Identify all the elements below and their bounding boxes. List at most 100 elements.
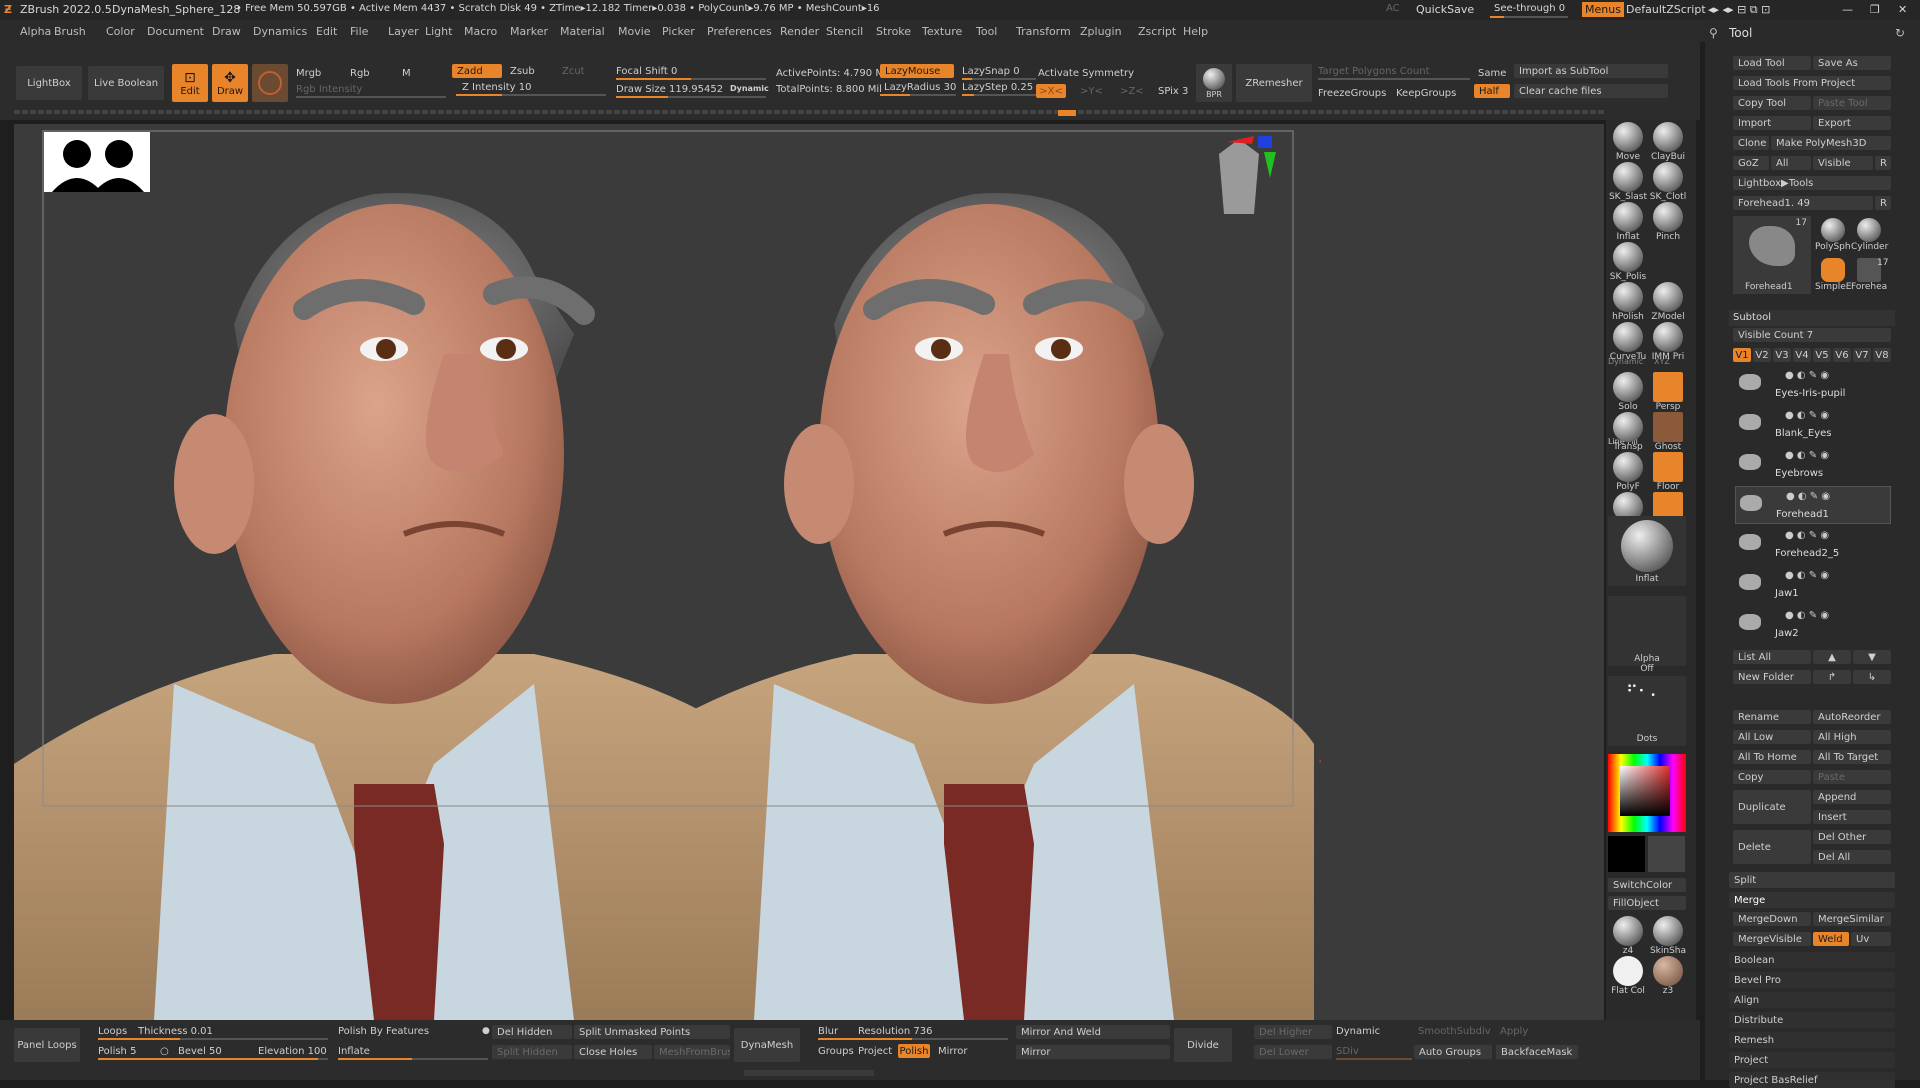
duplicate-button[interactable]: Duplicate xyxy=(1733,790,1811,824)
new-folder-button[interactable]: New Folder xyxy=(1733,670,1811,684)
polish-features-toggle-icon[interactable]: ● xyxy=(482,1026,490,1036)
lazysnap-slider[interactable]: LazySnap 0 xyxy=(962,66,1020,77)
subtool-visibility-icons[interactable]: ● ◐ ✎ ◉ xyxy=(1785,570,1829,581)
smooth-subdiv-toggle[interactable]: SmoothSubdiv xyxy=(1418,1026,1491,1037)
shelf-tool-sk-slast[interactable]: SK_Slast xyxy=(1608,162,1648,202)
dynamic-subdiv-toggle[interactable]: Dynamic xyxy=(1336,1026,1380,1037)
symmetry-y-button[interactable]: >Y< xyxy=(1080,86,1103,97)
dynamic-toggle[interactable]: Dynamic xyxy=(730,84,769,93)
tool-thumbnail[interactable]: SimpleE xyxy=(1815,256,1851,294)
menu-texture[interactable]: Texture xyxy=(922,25,962,38)
fill-object-button[interactable]: FillObject xyxy=(1608,896,1686,910)
mergedown-button[interactable]: MergeDown xyxy=(1733,912,1811,926)
zremesher-button[interactable]: ZRemesher xyxy=(1236,64,1312,102)
maximize-icon[interactable]: ❐ xyxy=(1870,3,1880,16)
shelf-tool-pinch[interactable]: Pinch xyxy=(1648,202,1688,242)
menu-macro[interactable]: Macro xyxy=(464,25,497,38)
same-button[interactable]: Same xyxy=(1478,68,1506,79)
shelf-tool-move[interactable]: Move xyxy=(1608,122,1648,162)
secondary-color-swatch[interactable] xyxy=(1648,836,1685,872)
close-icon[interactable]: ✕ xyxy=(1898,3,1907,16)
subtool-visibility-icons[interactable]: ● ◐ ✎ ◉ xyxy=(1785,370,1829,381)
menu-alpha[interactable]: Alpha xyxy=(20,25,51,38)
subtool-visibility-icons[interactable]: ● ◐ ✎ ◉ xyxy=(1786,491,1830,502)
lightbox-tools-button[interactable]: Lightbox▶Tools xyxy=(1733,176,1891,190)
polish-toggle-icon[interactable]: ○ xyxy=(160,1046,169,1057)
mrgb-button[interactable]: Mrgb xyxy=(296,68,321,79)
blur-slider[interactable]: Blur xyxy=(818,1026,838,1037)
insert-button[interactable]: Insert xyxy=(1813,810,1891,824)
mirror-button[interactable]: Mirror xyxy=(1016,1045,1170,1059)
move-up-icon[interactable]: ▲ xyxy=(1813,650,1851,664)
tool-thumbnail[interactable]: PolySph xyxy=(1815,216,1851,254)
alllow-button[interactable]: All Low xyxy=(1733,730,1811,744)
lazymouse-button[interactable]: LazyMouse xyxy=(880,64,954,78)
clone-button[interactable]: Clone xyxy=(1733,136,1769,150)
shelf-tool-polyf[interactable]: PolyF xyxy=(1608,452,1648,492)
spix-slider[interactable]: SPix 3 xyxy=(1158,86,1188,97)
groups-toggle[interactable]: Groups xyxy=(818,1046,854,1057)
divide-button[interactable]: Divide xyxy=(1174,1028,1232,1062)
rgb-intensity-slider[interactable]: Rgb Intensity xyxy=(296,84,362,95)
copytool-button[interactable]: Copy Tool xyxy=(1733,96,1811,110)
shelf-tool-sk-polis[interactable]: SK_Polis xyxy=(1608,242,1648,282)
shelf-tool-zmodel[interactable]: ZModel xyxy=(1648,282,1688,322)
menu-file[interactable]: File xyxy=(350,25,368,38)
symmetry-x-button[interactable]: >X< xyxy=(1036,84,1066,98)
shelf-tool-transp[interactable]: Transp xyxy=(1608,412,1648,452)
edit-button[interactable]: ⊡ Edit xyxy=(172,64,208,102)
split-hidden-button[interactable]: Split Hidden xyxy=(492,1045,572,1059)
palette-pin-icon[interactable]: ⚲ xyxy=(1709,26,1718,40)
zcut-button[interactable]: Zcut xyxy=(562,66,585,77)
export-button[interactable]: Export xyxy=(1813,116,1891,130)
half-button[interactable]: Half xyxy=(1474,84,1510,98)
menu-help[interactable]: Help xyxy=(1183,25,1208,38)
menu-transform[interactable]: Transform xyxy=(1016,25,1071,38)
lazy-radius-slider[interactable]: LazyRadius 30 xyxy=(884,82,956,93)
remesh-button[interactable]: Remesh xyxy=(1729,1032,1895,1048)
visible-button[interactable]: Visible xyxy=(1813,156,1873,170)
menu-color[interactable]: Color xyxy=(106,25,135,38)
zadd-button[interactable]: Zadd xyxy=(452,64,502,78)
shelf-tool-hpolish[interactable]: hPolish xyxy=(1608,282,1648,322)
menu-dynamics[interactable]: Dynamics xyxy=(253,25,307,38)
loadproject-button[interactable]: Load Tools From Project xyxy=(1733,76,1891,90)
menu-tool[interactable]: Tool xyxy=(976,25,997,38)
tool-thumbnail[interactable]: Cylinder xyxy=(1851,216,1888,254)
palette-refresh-icon[interactable]: ↻ xyxy=(1895,26,1905,40)
subtool-row[interactable]: ● ◐ ✎ ◉ Jaw1 xyxy=(1735,566,1891,604)
r-button[interactable]: R xyxy=(1875,156,1891,170)
menu-light[interactable]: Light xyxy=(425,25,452,38)
layout-icons[interactable]: ◂▸ ◂▸ ⊟ ⧉ ⊡ xyxy=(1708,3,1770,17)
subtool-version-v2[interactable]: V2 xyxy=(1753,348,1771,362)
menu-document[interactable]: Document xyxy=(147,25,204,38)
subtool-visibility-icons[interactable]: ● ◐ ✎ ◉ xyxy=(1785,450,1829,461)
subtool-version-v3[interactable]: V3 xyxy=(1773,348,1791,362)
shelf-tool-curvetu[interactable]: CurveTu xyxy=(1608,322,1648,362)
activate-symmetry-button[interactable]: Activate Symmetry xyxy=(1038,68,1134,79)
see-through-slider[interactable]: See-through 0 xyxy=(1494,3,1566,14)
material-swatch-button[interactable] xyxy=(252,64,288,102)
m-button[interactable]: M xyxy=(402,68,411,79)
timeline-track[interactable] xyxy=(14,110,1604,114)
del-lower-button[interactable]: Del Lower xyxy=(1254,1045,1332,1059)
subtool-row[interactable]: ● ◐ ✎ ◉ Forehead2_5 xyxy=(1735,526,1891,564)
subtool-row[interactable]: ● ◐ ✎ ◉ Forehead1 xyxy=(1735,486,1891,524)
menu-material[interactable]: Material xyxy=(560,25,605,38)
resolution-slider[interactable]: Resolution 736 xyxy=(858,1026,933,1037)
loops-slider[interactable]: Loops xyxy=(98,1026,127,1037)
alltotarget-button[interactable]: All To Target xyxy=(1813,750,1891,764)
delete-button[interactable]: Delete xyxy=(1733,830,1811,864)
lazystep-slider[interactable]: LazyStep 0.25 xyxy=(962,82,1033,93)
quicksave-button[interactable]: QuickSave xyxy=(1416,3,1474,16)
align-button[interactable]: Align xyxy=(1729,992,1895,1008)
minimize-icon[interactable]: — xyxy=(1842,3,1853,16)
saveas-button[interactable]: Save As xyxy=(1813,56,1891,70)
material-slot[interactable]: SkinSha xyxy=(1648,916,1688,956)
apply-button[interactable]: Apply xyxy=(1500,1026,1528,1037)
subtool-version-v1[interactable]: V1 xyxy=(1733,348,1751,362)
color-picker[interactable] xyxy=(1608,754,1686,832)
mergesimilar-button[interactable]: MergeSimilar xyxy=(1813,912,1891,926)
subtool-section-header[interactable]: Subtool xyxy=(1729,310,1895,326)
subtool-version-v4[interactable]: V4 xyxy=(1793,348,1811,362)
